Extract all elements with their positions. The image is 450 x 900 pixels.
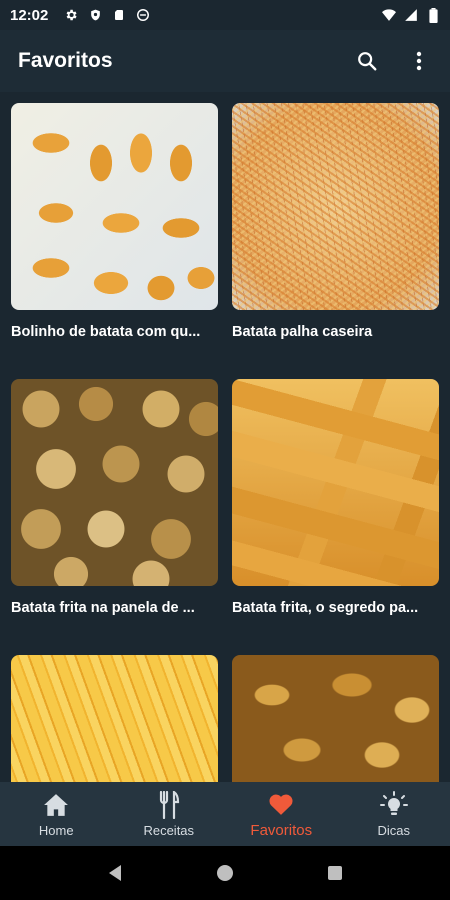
recipe-image (11, 655, 218, 782)
status-time: 12:02 (10, 6, 49, 24)
nav-item-dicas[interactable]: Dicas (338, 782, 450, 846)
nav-item-receitas[interactable]: Receitas (113, 782, 226, 846)
recipe-image (11, 379, 218, 586)
data-saver-icon (136, 8, 150, 22)
status-bar: 12:02 (0, 0, 450, 30)
settings-gear-icon (64, 8, 78, 22)
recipe-image (232, 655, 439, 782)
nav-item-home[interactable]: Home (0, 782, 113, 846)
recipe-image (11, 103, 218, 310)
recipe-title: Batata frita, o segredo pa... (232, 600, 419, 616)
nav-item-favoritos[interactable]: Favoritos (225, 782, 338, 846)
more-options-icon[interactable] (406, 48, 432, 74)
battery-icon (426, 7, 440, 23)
cutlery-icon (155, 790, 183, 819)
system-navigation-bar (0, 846, 450, 900)
nav-label-receitas: Receitas (143, 822, 195, 838)
nav-label-dicas: Dicas (377, 822, 410, 838)
lightbulb-icon (379, 790, 408, 819)
recipe-image (232, 379, 439, 586)
recipe-card[interactable] (11, 655, 218, 782)
nav-label-favoritos: Favoritos (250, 821, 313, 839)
page-title: Favoritos (18, 49, 113, 72)
bottom-navigation: Home Receitas Favoritos Dicas (0, 782, 450, 846)
recents-icon[interactable] (315, 853, 355, 893)
recipe-image (232, 103, 439, 310)
recipe-title: Batata palha caseira (232, 324, 373, 340)
recipe-title: Bolinho de batata com qu... (11, 324, 201, 340)
recipe-card[interactable]: Batata frita na panela de ... (11, 379, 218, 655)
recipe-card[interactable]: Batata frita, o segredo pa... (232, 379, 439, 655)
recipe-card[interactable]: Bolinho de batata com qu... (11, 103, 218, 379)
heart-icon (267, 790, 295, 818)
nav-label-home: Home (38, 822, 74, 838)
recipe-card[interactable] (232, 655, 439, 782)
favorites-list[interactable]: Bolinho de batata com qu... Batata palha… (0, 92, 450, 782)
wifi-icon (382, 8, 396, 22)
recipe-title: Batata frita na panela de ... (11, 600, 195, 616)
home-icon (42, 791, 70, 819)
shield-icon (88, 8, 102, 22)
home-circle-icon[interactable] (205, 853, 245, 893)
recipe-card[interactable]: Batata palha caseira (232, 103, 439, 379)
signal-icon (404, 8, 418, 22)
back-icon[interactable] (95, 853, 135, 893)
sd-card-icon (112, 8, 126, 22)
search-icon[interactable] (354, 48, 380, 74)
app-bar: Favoritos (0, 30, 450, 92)
